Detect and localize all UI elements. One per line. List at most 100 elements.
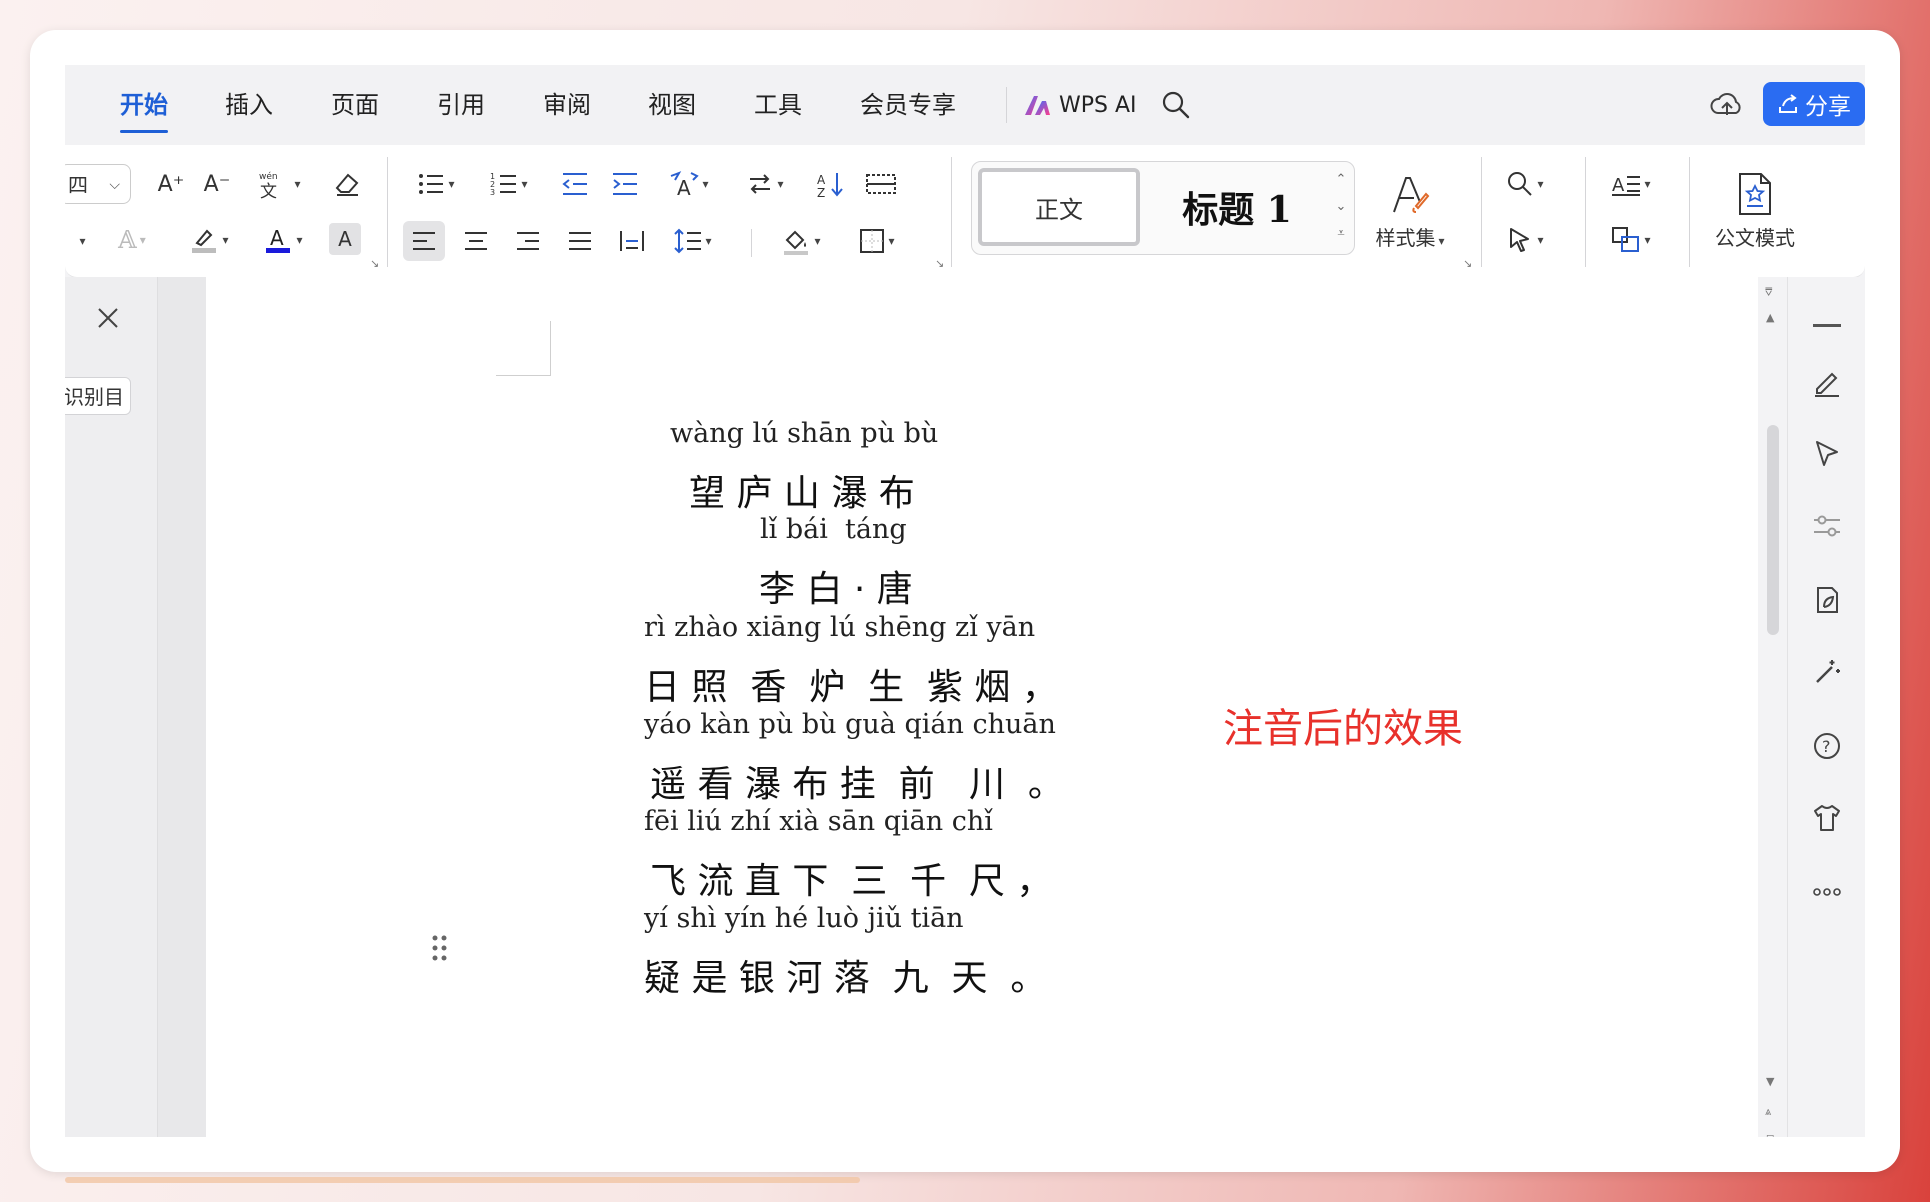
tab-references[interactable]: 引用	[437, 65, 485, 145]
style-normal[interactable]: 正文	[978, 168, 1140, 246]
svg-text:?: ?	[1822, 737, 1831, 756]
borders-button[interactable]: ▾	[849, 221, 905, 261]
chevron-up-icon[interactable]: ⌃	[1330, 166, 1352, 193]
chevron-down-icon: ▾	[702, 177, 709, 191]
previous-page-icon[interactable]: ⩓	[1765, 1105, 1771, 1119]
wps-ai-button[interactable]: WPS AI	[1023, 87, 1143, 123]
group-divider	[751, 229, 752, 257]
pen-icon[interactable]	[1810, 365, 1844, 399]
text-effect-button[interactable]: 𝔸 ▾	[107, 221, 157, 259]
skin-icon[interactable]	[1810, 801, 1844, 835]
styles-scroll[interactable]: ⌃ ⌄ ⩡	[1330, 166, 1352, 250]
highlight-button[interactable]: ▾	[181, 221, 237, 259]
hanzi-line: 日 照 香 炉 生 紫 烟 ，	[644, 667, 1058, 708]
sort-icon: AZ	[817, 173, 843, 198]
search-icon[interactable]	[1160, 89, 1192, 121]
tab-tools[interactable]: 工具	[754, 65, 802, 145]
justify-button[interactable]	[559, 221, 601, 261]
sort-button[interactable]: AZ	[813, 165, 849, 203]
pinyin-line: wàng lú shān pù bù	[670, 418, 939, 449]
align-left-button[interactable]	[403, 221, 445, 261]
recognize-toc-button[interactable]: 识别目录	[65, 377, 131, 415]
expand-gallery-icon[interactable]: ⩡	[1330, 220, 1352, 247]
chevron-down-icon[interactable]: ⌄	[1330, 193, 1352, 220]
help-icon[interactable]: ?	[1810, 729, 1844, 763]
leaf-document-icon[interactable]	[1810, 583, 1844, 617]
cursor-icon[interactable]	[1810, 437, 1844, 471]
decrease-indent-icon	[562, 173, 587, 195]
group-divider	[387, 157, 388, 267]
annotation-text: 注音后的效果	[1223, 706, 1463, 752]
scrollbar-thumb[interactable]	[1767, 425, 1779, 635]
styles-dialog-launcher-icon[interactable]: ↘	[1463, 257, 1472, 270]
font-name-dropdown[interactable]: ▾	[69, 223, 93, 259]
tab-review[interactable]: 审阅	[543, 65, 591, 145]
phonetic-guide-button[interactable]: wén 文 ▾	[251, 165, 307, 203]
text-flow-button[interactable]: ▾	[737, 165, 793, 203]
shading-button[interactable]: ▾	[773, 221, 829, 261]
distribute-icon	[620, 231, 644, 251]
style-heading-1[interactable]: 标题 1	[1144, 168, 1330, 246]
numbered-list-button[interactable]: 123 ▾	[483, 165, 535, 203]
tab-insert[interactable]: 插入	[225, 65, 273, 145]
scroll-up-icon[interactable]: ▲	[1766, 311, 1774, 324]
group-divider	[1585, 157, 1586, 267]
close-icon[interactable]	[95, 305, 121, 331]
table-grid-icon	[866, 174, 896, 194]
decrease-indent-button[interactable]	[557, 165, 593, 203]
chevron-down-icon: ▾	[139, 233, 146, 247]
chevron-down-icon: ▾	[222, 233, 229, 247]
highlighter-icon	[192, 229, 217, 253]
text-direction-icon: A	[671, 171, 700, 198]
clear-format-button[interactable]	[329, 165, 365, 203]
tab-view[interactable]: 视图	[648, 65, 696, 145]
paragraph-dialog-launcher-icon[interactable]: ↘	[935, 257, 944, 270]
align-center-icon	[465, 232, 487, 250]
bullet-list-button[interactable]: ▾	[410, 165, 462, 203]
hanzi-line: 飞 流 直 下 三 千 尺 ，	[650, 861, 1053, 902]
collapse-icon[interactable]	[1810, 309, 1844, 343]
chevron-down-icon: ⌵	[109, 177, 120, 193]
scroll-down-icon[interactable]: ▼	[1766, 1075, 1774, 1088]
font-grow-button[interactable]: A⁺	[153, 165, 189, 203]
wps-ai-logo-icon	[1025, 96, 1050, 115]
tab-home[interactable]: 开始	[120, 65, 168, 145]
sliders-icon[interactable]	[1810, 509, 1844, 543]
text-direction-button[interactable]: A ▾	[661, 165, 717, 203]
style-heading-label: 标题 1	[1182, 189, 1292, 231]
magic-wand-icon[interactable]	[1810, 655, 1844, 689]
scroll-top-icon[interactable]: ⩢	[1765, 285, 1772, 300]
font-dialog-launcher-icon[interactable]: ↘	[370, 257, 379, 270]
distribute-button[interactable]	[611, 221, 653, 261]
show-hide-marks-button[interactable]	[861, 165, 901, 203]
browse-object-icon[interactable]: ◻	[1766, 1133, 1774, 1137]
justify-icon	[569, 232, 591, 250]
text-effect-icon: 𝔸	[118, 226, 137, 254]
align-center-button[interactable]	[455, 221, 497, 261]
style-set-button[interactable]: 样式集 ▾	[1365, 161, 1455, 261]
line-spacing-button[interactable]: ▾	[665, 221, 721, 261]
select-button[interactable]: ▾	[1495, 221, 1555, 259]
drag-handle-icon[interactable]	[430, 932, 450, 966]
official-mode-button[interactable]: 公文模式	[1705, 161, 1805, 261]
font-shrink-button[interactable]: A⁻	[199, 165, 235, 203]
style-normal-label: 正文	[1035, 195, 1083, 224]
align-right-icon	[517, 232, 539, 250]
share-button[interactable]: 分享	[1763, 82, 1865, 126]
vertical-scrollbar[interactable]: ⩢ ▲ ▼ ⩓ ◻	[1758, 277, 1787, 1137]
style-set-icon	[1393, 176, 1430, 213]
group-divider	[1689, 157, 1690, 267]
text-layout-button[interactable]: A ▾	[1599, 165, 1663, 203]
arrange-button[interactable]: ▾	[1599, 221, 1663, 259]
tab-member[interactable]: 会员专享	[860, 65, 956, 145]
tab-page[interactable]: 页面	[331, 65, 379, 145]
align-right-button[interactable]	[507, 221, 549, 261]
find-button[interactable]: ▾	[1495, 165, 1555, 203]
increase-indent-button[interactable]	[607, 165, 643, 203]
font-size-select[interactable]: 四 ⌵	[65, 164, 131, 204]
char-shading-icon: A	[338, 227, 352, 251]
more-icon[interactable]	[1810, 875, 1844, 909]
font-color-button[interactable]: A ▾	[255, 221, 311, 259]
char-shading-button[interactable]: A	[329, 223, 361, 255]
cloud-upload-icon[interactable]	[1709, 87, 1745, 123]
